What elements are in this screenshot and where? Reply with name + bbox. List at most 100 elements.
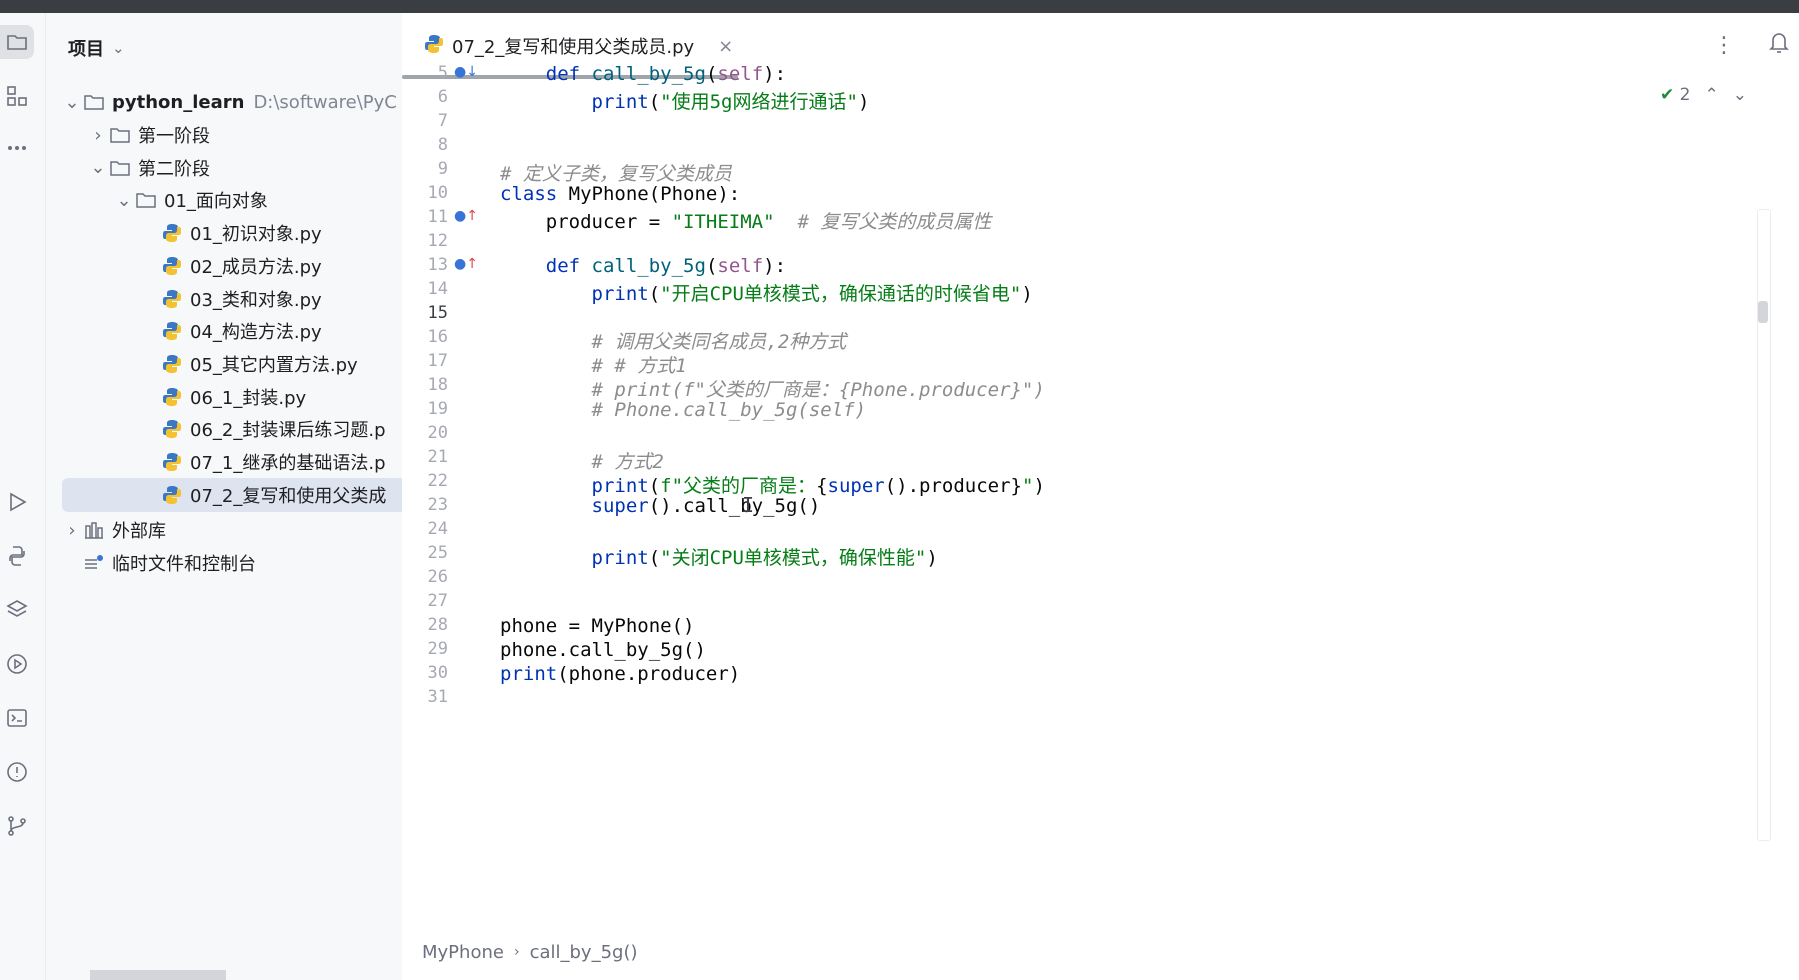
text-cursor-icon: I (742, 493, 755, 517)
structure-tool-icon[interactable] (0, 79, 34, 113)
code-line[interactable]: # 定义子类，复写父类成员 (500, 159, 732, 186)
code-line[interactable]: def call_by_5g(self): (500, 63, 786, 85)
code-line[interactable]: phone.call_by_5g() (500, 639, 706, 661)
folder-icon (82, 92, 106, 112)
code-line[interactable]: print(phone.producer) (500, 663, 740, 685)
tree-item-label: 06_1_封装.py (190, 387, 307, 409)
overrides-method-icon[interactable]: ●↑ (454, 256, 478, 272)
window-top-strip (0, 0, 1799, 13)
folder-icon (108, 125, 132, 145)
tree-item-label: 05_其它内置方法.py (190, 354, 358, 376)
horizontal-scrollbar[interactable] (90, 970, 226, 980)
line-number: 25 (427, 543, 448, 563)
python-file-icon (160, 419, 184, 439)
tree-item-label: 07_1_继承的基础语法.p (190, 453, 386, 474)
code-line[interactable]: # 方式2 (500, 447, 664, 474)
tree-file[interactable]: 04_构造方法.py (62, 314, 402, 348)
tree-folder[interactable]: ⌄ 第二阶段 (62, 151, 402, 185)
tree-item-label: 01_面向对象 (164, 191, 268, 213)
project-panel-title: 项目 (68, 39, 104, 60)
terminal-tool-icon[interactable] (0, 701, 34, 735)
scratches-label: 临时文件和控制台 (112, 554, 256, 575)
tree-file[interactable]: 02_成员方法.py (62, 249, 402, 283)
check-icon: ✔ (1660, 85, 1675, 105)
python-file-icon (160, 485, 184, 505)
chevron-down-icon[interactable]: ⌄ (88, 157, 108, 178)
python-file-icon (160, 223, 184, 243)
chevron-down-icon[interactable]: ⌄ (114, 190, 134, 211)
git-tool-icon[interactable] (0, 809, 34, 843)
line-number: 11 (427, 207, 448, 227)
tree-folder[interactable]: ⌄ 01_面向对象 (62, 183, 402, 217)
tree-external-libraries[interactable]: › 外部库 (62, 513, 402, 547)
notifications-icon[interactable] (1767, 29, 1791, 59)
inspection-count: 2 (1679, 85, 1691, 105)
tree-file[interactable]: 06_1_封装.py (62, 380, 402, 414)
code-line[interactable]: # print(f"父类的厂商是：{Phone.producer}") (500, 375, 1045, 402)
close-icon[interactable]: × (718, 36, 733, 57)
run-tool-icon[interactable] (0, 485, 34, 519)
library-icon (82, 520, 106, 540)
chevron-down-icon: ⌄ (112, 39, 125, 57)
overridden-method-icon[interactable]: ●↓ (454, 64, 478, 80)
breadcrumb-method[interactable]: call_by_5g() (530, 942, 638, 963)
code-line[interactable]: print("关闭CPU单核模式，确保性能") (500, 543, 938, 570)
more-options-icon[interactable]: ⋮ (1713, 33, 1735, 58)
code-line[interactable]: super().call_by_5g() (500, 495, 821, 517)
code-line[interactable]: producer = "ITHEIMA" # 复写父类的成员属性 (500, 207, 992, 234)
tree-folder[interactable]: › 第一阶段 (62, 118, 402, 152)
breadcrumb-class[interactable]: MyPhone (422, 942, 504, 963)
tree-file[interactable]: 07_1_继承的基础语法.p (62, 445, 402, 479)
root-path: D:\software\PyC (253, 91, 397, 113)
project-panel: 项目 ⌄ ⌄ python_learn D:\software\PyC › 第一阶… (46, 13, 402, 980)
line-number: 26 (427, 567, 448, 587)
more-tools-icon[interactable] (0, 131, 34, 165)
project-tool-icon[interactable] (0, 25, 34, 59)
code-line[interactable]: # Phone.call_by_5g(self) (500, 399, 867, 421)
code-line[interactable]: # # 方式1 (500, 351, 687, 378)
code-line[interactable]: print("使用5g网络进行通话") (500, 87, 870, 114)
line-number: 31 (427, 687, 448, 707)
python-file-icon (160, 289, 184, 309)
code-line[interactable]: # 调用父类同名成员,2种方式 (500, 327, 847, 354)
breadcrumb-separator: › (513, 944, 520, 960)
tree-root[interactable]: ⌄ python_learn D:\software\PyC (62, 85, 402, 119)
folder-icon (108, 158, 132, 178)
project-panel-header[interactable]: 项目 ⌄ (68, 35, 125, 61)
line-number: 24 (427, 519, 448, 539)
code-line[interactable]: print("开启CPU单核模式，确保通话的时候省电") (500, 279, 1033, 306)
chevron-down-icon[interactable]: ⌄ (62, 92, 82, 113)
inspection-widget[interactable]: ✔ 2 ⌃ ⌄ (1660, 85, 1747, 105)
layers-tool-icon[interactable] (0, 593, 34, 627)
chevron-right-icon[interactable]: › (88, 125, 108, 146)
overrides-method-icon[interactable]: ●↑ (454, 208, 478, 224)
chevron-right-icon[interactable]: › (62, 520, 82, 541)
tree-file[interactable]: 06_2_封装课后练习题.p (62, 412, 402, 446)
tree-file[interactable]: 01_初识对象.py (62, 216, 402, 250)
python-file-icon (160, 256, 184, 276)
editor-tab-title: 07_2_复写和使用父类成员.py (452, 37, 695, 58)
chevron-up-icon[interactable]: ⌃ (1705, 85, 1719, 105)
problems-tool-icon[interactable] (0, 755, 34, 789)
tree-scratches[interactable]: 临时文件和控制台 (62, 546, 402, 580)
code-line[interactable]: phone = MyPhone() (500, 615, 694, 637)
python-file-icon (160, 354, 184, 374)
code-line[interactable]: class MyPhone(Phone): (500, 183, 740, 205)
python-console-icon[interactable] (0, 539, 34, 573)
line-number: 7 (437, 111, 448, 131)
tree-item-label: 02_成员方法.py (190, 256, 322, 278)
services-tool-icon[interactable] (0, 647, 34, 681)
code-line[interactable]: def call_by_5g(self): (500, 255, 786, 277)
code-line[interactable]: print(f"父类的厂商是：{super().producer}") (500, 471, 1045, 498)
tree-file[interactable]: 05_其它内置方法.py (62, 347, 402, 381)
python-file-icon (160, 321, 184, 341)
line-number: 14 (427, 279, 448, 299)
tree-item-label: 第二阶段 (138, 158, 210, 180)
tree-item-label: 第一阶段 (138, 126, 210, 147)
chevron-down-icon[interactable]: ⌄ (1733, 85, 1747, 105)
tree-file[interactable]: 03_类和对象.py (62, 282, 402, 316)
line-number: 5 (437, 63, 448, 83)
vertical-scrollbar-thumb[interactable] (1758, 301, 1768, 323)
tree-item-label: 06_2_封装课后练习题.p (190, 420, 386, 442)
tree-file[interactable]: 07_2_复写和使用父类成 (62, 477, 402, 512)
